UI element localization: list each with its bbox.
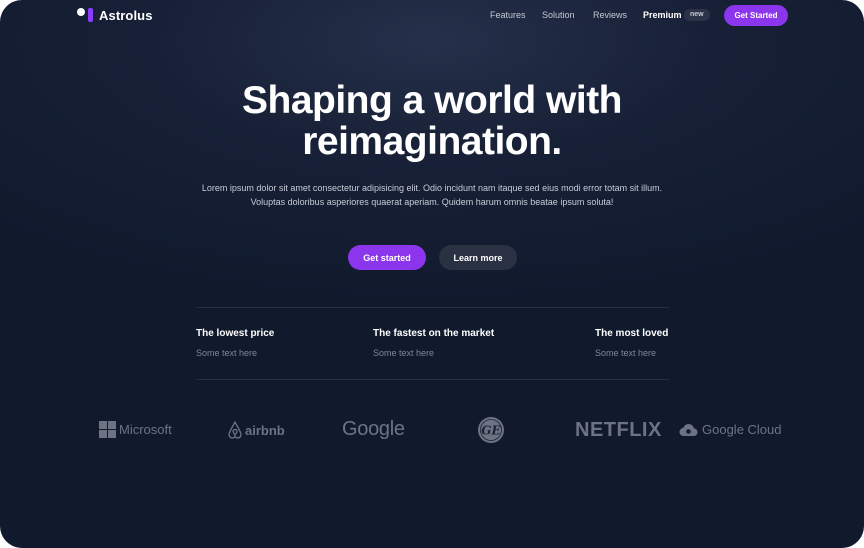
netflix-wordmark: NETFLIX [575, 419, 662, 441]
learn-more-button[interactable]: Learn more [439, 245, 517, 270]
new-badge: new [684, 9, 710, 21]
features-top-divider [196, 307, 669, 308]
google-cloud-wordmark: Google Cloud [702, 422, 782, 437]
feature-most-loved: The most loved Some text here [595, 328, 668, 358]
features-bottom-divider [196, 379, 669, 380]
google-cloud-logo: Google Cloud [679, 422, 782, 437]
hero-subtitle: Lorem ipsum dolor sit amet consectetur a… [201, 183, 663, 207]
netflix-logo: NETFLIX [575, 419, 662, 442]
microsoft-wordmark: Microsoft [119, 422, 172, 437]
nav-link-premium[interactable]: Premium [643, 10, 682, 20]
feature-text: Some text here [595, 348, 657, 358]
airbnb-icon [228, 421, 242, 439]
get-started-button[interactable]: Get started [348, 245, 426, 270]
feature-title: The fastest on the market [373, 328, 495, 339]
nav-link-features[interactable]: Features [490, 10, 526, 20]
feature-title: The lowest price [196, 328, 275, 339]
feature-lowest-price: The lowest price Some text here [196, 328, 274, 358]
google-cloud-icon [679, 423, 698, 436]
nav-link-solution[interactable]: Solution [542, 10, 575, 20]
landing-page: Astrolus Features Solution Reviews Premi… [0, 0, 864, 548]
nav-link-reviews[interactable]: Reviews [593, 10, 627, 20]
ge-logo: GE [477, 416, 505, 444]
top-nav: Astrolus Features Solution Reviews Premi… [0, 0, 864, 30]
svg-text:GE: GE [481, 424, 501, 438]
feature-text: Some text here [196, 348, 258, 358]
ge-icon: GE [478, 417, 504, 443]
hero-title: Shaping a world with reimagination. [132, 80, 732, 162]
astrolus-logo-icon [77, 7, 94, 23]
microsoft-logo: Microsoft [99, 421, 172, 438]
hero-title-line-2: reimagination. [302, 120, 562, 163]
airbnb-logo: airbnb [227, 421, 285, 439]
feature-title: The most loved [595, 328, 669, 339]
brand-logo[interactable]: Astrolus [77, 7, 153, 23]
airbnb-wordmark: airbnb [245, 422, 285, 438]
feature-fastest: The fastest on the market Some text here [373, 328, 494, 358]
google-wordmark: Google [342, 418, 405, 440]
google-logo: Google [342, 418, 405, 441]
brand-name: Astrolus [99, 7, 153, 23]
microsoft-icon [99, 421, 116, 438]
nav-get-started-button[interactable]: Get Started [724, 5, 788, 26]
feature-text: Some text here [373, 348, 435, 358]
hero-title-line-1: Shaping a world with [242, 79, 623, 122]
